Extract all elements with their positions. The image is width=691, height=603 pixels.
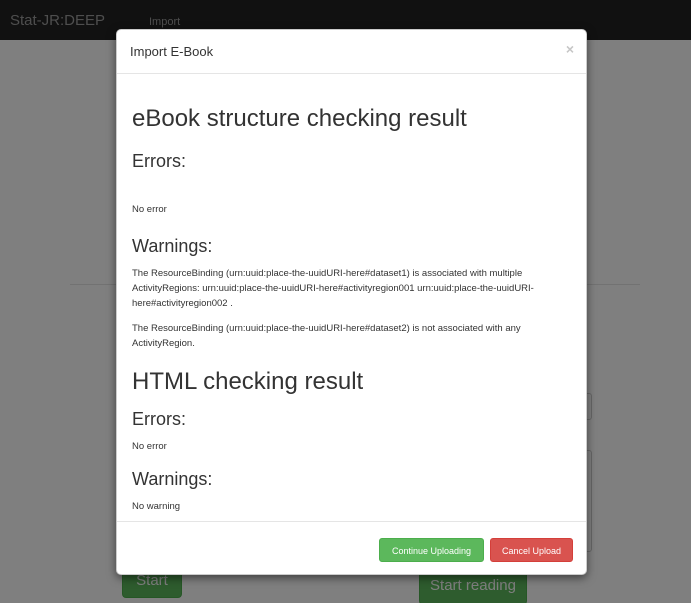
- continue-uploading-button[interactable]: Continue Uploading: [379, 538, 484, 562]
- html-warnings-heading: Warnings:: [132, 469, 213, 489]
- ebook-errors-heading: Errors:: [132, 151, 186, 171]
- cancel-upload-button[interactable]: Cancel Upload: [490, 538, 573, 562]
- html-check-heading: HTML checking result: [132, 368, 364, 395]
- ebook-check-heading: eBook structure checking result: [132, 105, 467, 132]
- modal-footer: Continue Uploading Cancel Upload: [117, 521, 586, 574]
- ebook-errors-text: No error: [132, 204, 167, 215]
- modal-header: Import E-Book ×: [117, 30, 586, 74]
- html-errors-text: No error: [132, 441, 167, 452]
- close-icon[interactable]: ×: [566, 41, 574, 57]
- ebook-warning-item: The ResourceBinding (urn:uuid:place-the-…: [132, 268, 534, 309]
- import-ebook-modal: Import E-Book × eBook structure checking…: [116, 29, 587, 575]
- html-errors-heading: Errors:: [132, 409, 186, 429]
- modal-title: Import E-Book: [130, 44, 214, 59]
- ebook-warnings-heading: Warnings:: [132, 236, 213, 256]
- ebook-warning-item: The ResourceBinding (urn:uuid:place-the-…: [132, 323, 521, 349]
- html-warnings-text: No warning: [132, 501, 181, 512]
